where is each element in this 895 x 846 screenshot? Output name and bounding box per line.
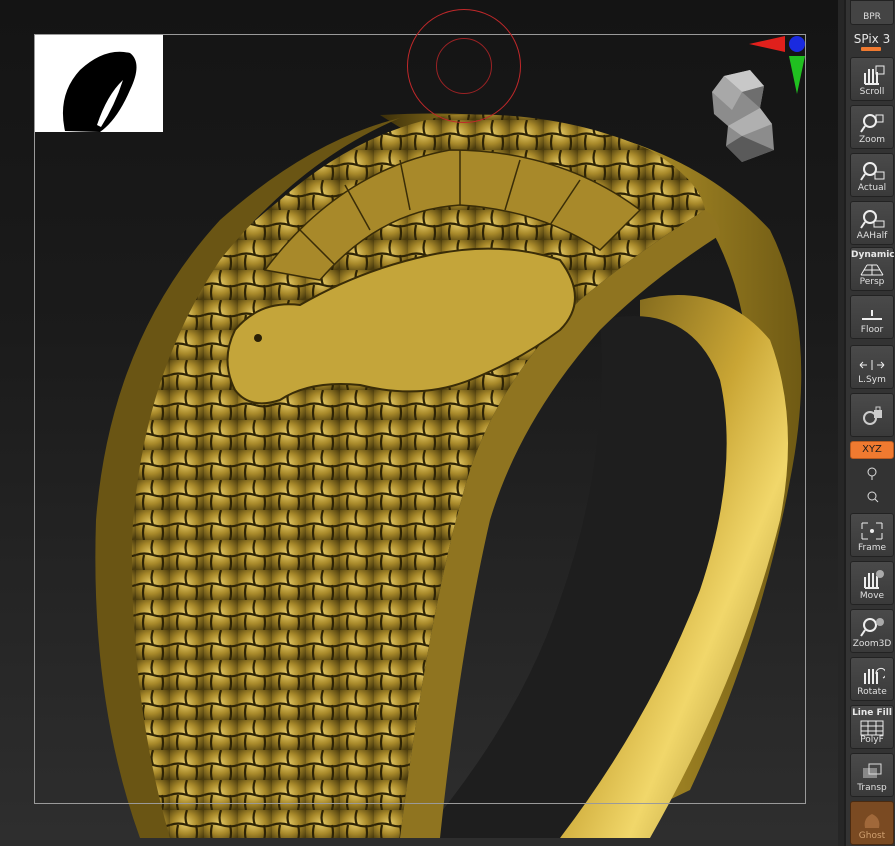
aahalf-label: AAHalf	[856, 231, 888, 241]
ghost-label: Ghost	[858, 831, 886, 841]
polyframe-icon	[860, 720, 884, 736]
lsym-label: L.Sym	[858, 375, 886, 385]
rotate-button[interactable]: Rotate	[850, 657, 894, 701]
orientation-head-icon[interactable]	[702, 66, 782, 166]
persp-button[interactable]: Dynamic Persp	[850, 247, 895, 291]
right-toolbar: BPR SPix 3 Scroll Zoom Actual AAHalf Dyn…	[844, 0, 895, 846]
xyz-button[interactable]: XYZ	[850, 441, 894, 459]
perspective-grid-icon	[860, 264, 884, 276]
scroll-label: Scroll	[859, 87, 885, 97]
actual-size-icon	[860, 162, 885, 181]
frame-button[interactable]: Frame	[850, 513, 894, 557]
document-frame	[34, 34, 806, 804]
lock-button[interactable]	[850, 393, 894, 437]
scroll-button[interactable]: Scroll	[850, 57, 894, 101]
transp-button[interactable]: Transp	[850, 753, 894, 797]
zoom-label: Zoom	[859, 135, 885, 145]
xyz-label: XYZ	[862, 444, 882, 455]
actual-button[interactable]: Actual	[850, 153, 894, 197]
rotate-z-icon[interactable]	[864, 488, 880, 504]
polyf-button[interactable]: Line Fill PolyF	[850, 705, 894, 749]
ghost-icon	[864, 814, 880, 828]
floor-icon	[862, 310, 882, 320]
zoom-icon	[860, 114, 884, 133]
move-button[interactable]: Move	[850, 561, 894, 605]
frame-label: Frame	[857, 543, 887, 553]
symmetry-icon	[859, 360, 885, 370]
hand-scroll-icon	[864, 65, 885, 85]
aahalf-button[interactable]: AAHalf	[850, 201, 894, 245]
actual-label: Actual	[857, 183, 887, 193]
floor-button[interactable]: Floor	[850, 295, 894, 339]
lock-icon	[863, 406, 882, 425]
rotate-y-icon[interactable]	[864, 465, 880, 481]
rotate-label: Rotate	[857, 687, 887, 697]
move-hand-icon	[864, 570, 884, 589]
lsym-button[interactable]: L.Sym	[850, 345, 894, 389]
move-label: Move	[859, 591, 885, 601]
zoom3d-icon	[860, 618, 884, 637]
polyf-label: PolyF	[860, 735, 884, 745]
brush-cursor-inner-ring	[436, 38, 492, 94]
persp-label: Persp	[859, 277, 885, 287]
navigator-thumbnail[interactable]	[35, 35, 163, 132]
zoom-button[interactable]: Zoom	[850, 105, 894, 149]
bpr-label: BPR	[863, 12, 881, 22]
floor-label: Floor	[860, 325, 884, 335]
aahalf-icon	[860, 210, 885, 229]
frame-icon	[861, 522, 883, 540]
zoom3d-label: Zoom3D	[852, 639, 892, 649]
transparency-icon	[863, 763, 882, 778]
spix-slider-track[interactable]	[861, 47, 881, 51]
ghost-button[interactable]: Ghost	[850, 801, 894, 845]
line-fill-label: Line Fill	[852, 708, 892, 718]
zoom3d-button[interactable]: Zoom3D	[850, 609, 894, 653]
transp-label: Transp	[857, 783, 887, 793]
viewport-canvas[interactable]	[0, 0, 838, 840]
navigator-shape-icon	[62, 51, 137, 132]
bpr-button[interactable]: BPR	[850, 0, 894, 25]
dynamic-label: Dynamic	[851, 250, 895, 260]
rotate-icon	[864, 667, 885, 684]
